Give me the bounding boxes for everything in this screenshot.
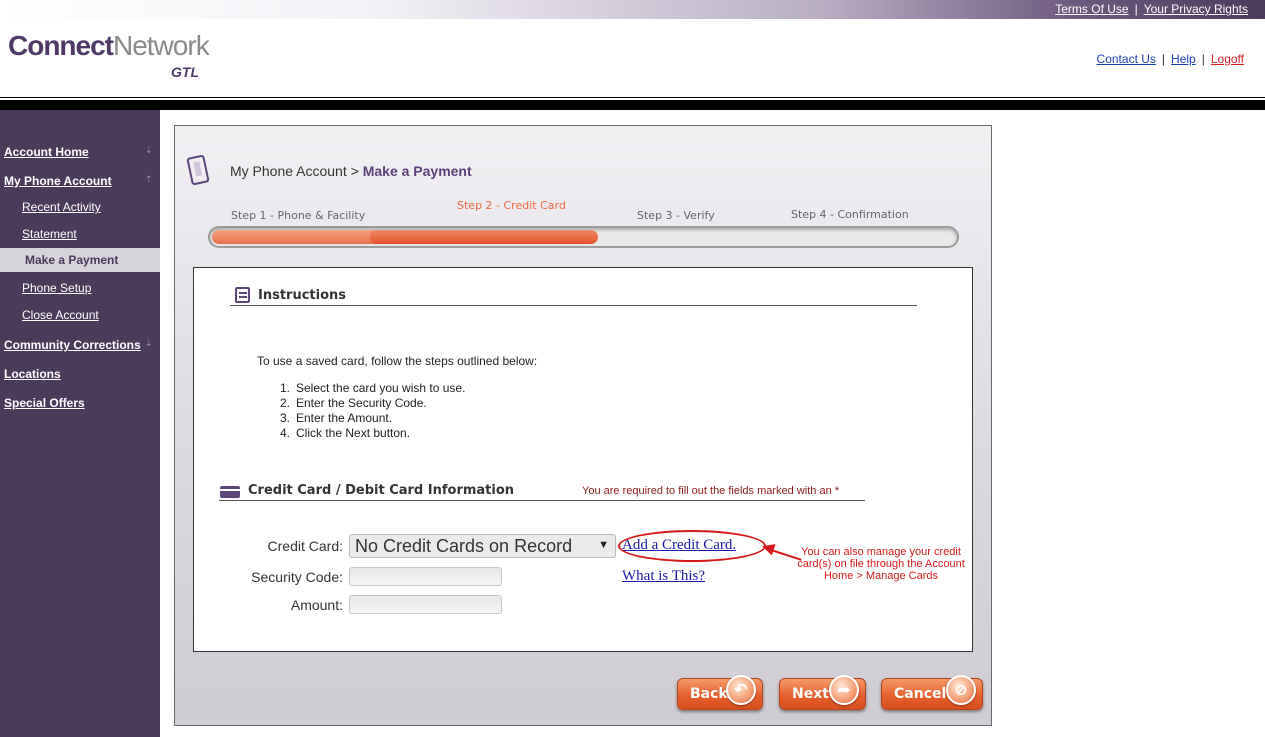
security-code-label: Security Code: [251,569,343,585]
chevron-up-icon[interactable]: ⇡ [145,174,153,185]
instructions-steps-list: 1. Select the card you wish to use. 2. Ent… [280,381,465,441]
list-item: 1. Select the card you wish to use. [280,381,465,396]
card-section-title: Credit Card / Debit Card Information [248,483,515,498]
logoff-link[interactable]: Logoff [1211,52,1244,66]
top-links: Terms Of Use | Your Privacy Rights [1055,2,1248,16]
next-button-label: Next [792,686,829,702]
wizard-step-3: Step 3 - Verify [637,209,715,222]
cancel-button[interactable]: Cancel ⊘ [881,675,983,710]
header-divider-thick [0,100,1265,110]
chevron-down-icon[interactable]: ⇣ [145,338,153,349]
instructions-divider [230,305,917,306]
separator: | [1134,2,1138,16]
list-number: 2. [280,396,291,410]
list-number: 1. [280,381,291,395]
wizard-step-2: Step 2 - Credit Card [457,199,566,212]
list-item: 4. Click the Next button. [280,426,465,441]
amount-label: Amount: [290,597,343,613]
separator: | [1201,52,1205,66]
header-links: Contact Us | Help | Logoff [1097,52,1244,66]
amount-input[interactable] [349,595,502,614]
sidebar-item-phone-setup[interactable]: Phone Setup [22,281,91,295]
sidebar-item-account-home[interactable]: Account Home [4,145,89,159]
list-item: 3. Enter the Amount. [280,411,465,426]
notepad-icon [235,287,250,303]
list-number: 4. [280,426,291,440]
credit-card-icon [220,486,240,498]
header-divider-thin [0,97,1265,98]
contact-us-link[interactable]: Contact Us [1097,52,1156,66]
wizard-step-1: Step 1 - Phone & Facility [231,209,366,222]
separator: | [1161,52,1166,66]
sidebar-item-label: Make a Payment [25,253,119,267]
top-bar: Terms Of Use | Your Privacy Rights [0,0,1265,19]
breadcrumb-current: Make a Payment [362,163,472,179]
sidebar-item-my-phone-account[interactable]: My Phone Account [4,174,112,188]
sidebar-item-community-corrections[interactable]: Community Corrections [4,338,141,352]
sidebar-item-make-a-payment[interactable]: Make a Payment [0,248,160,272]
phone-icon [186,154,210,186]
back-arrow-icon: ↶ [726,675,756,705]
breadcrumb: My Phone Account > Make a Payment [230,163,472,179]
logo-network-text: Network [113,30,210,61]
list-text: Enter the Amount. [296,411,393,425]
connectnetwork-logo[interactable]: ConnectNetwork GTL [8,30,210,80]
back-button[interactable]: Back ↶ [677,675,763,710]
list-number: 3. [280,411,291,425]
terms-of-use-link[interactable]: Terms Of Use [1055,2,1128,16]
what-is-this-link[interactable]: What is This? [622,568,705,585]
credit-card-select[interactable]: No Credit Cards on Record ▼ [349,534,616,558]
next-arrow-icon: ➦ [829,675,859,705]
sidebar-item-close-account[interactable]: Close Account [22,308,99,322]
sidebar-item-locations[interactable]: Locations [4,367,61,381]
next-button[interactable]: Next ➦ [779,675,866,710]
chevron-down-icon[interactable]: ⇣ [145,145,153,156]
progress-completed-fill [212,230,384,244]
required-fields-note: You are required to fill out the fields … [582,485,840,497]
gtl-logo: GTL [171,64,199,80]
wizard-step-4: Step 4 - Confirmation [791,208,909,221]
sidebar-nav: Account Home ⇣ My Phone Account ⇡ Recent… [0,110,160,737]
logo-connect-text: Connect [8,30,114,61]
cancel-button-label: Cancel [894,686,947,702]
instructions-title: Instructions [258,288,347,303]
sidebar-item-recent-activity[interactable]: Recent Activity [22,200,101,214]
sidebar-item-statement[interactable]: Statement [22,227,77,241]
help-link[interactable]: Help [1171,52,1196,66]
breadcrumb-parent: My Phone Account > [230,163,359,179]
wizard-progress-bar [208,226,959,248]
card-section-divider [219,500,865,501]
list-text: Click the Next button. [296,426,411,440]
credit-card-label: Credit Card: [267,538,343,554]
manage-cards-annotation: You can also manage your credit card(s) … [797,546,965,582]
highlight-oval [618,530,766,562]
back-button-label: Back [690,686,728,702]
sidebar-item-special-offers[interactable]: Special Offers [4,396,85,410]
payment-form-box: Instructions To use a saved card, follow… [193,267,973,652]
progress-current-fill [370,230,598,244]
list-text: Select the card you wish to use. [296,381,466,395]
list-text: Enter the Security Code. [296,396,427,410]
cancel-icon: ⊘ [946,675,976,705]
privacy-rights-link[interactable]: Your Privacy Rights [1144,2,1248,16]
credit-card-select-value: No Credit Cards on Record [355,536,573,556]
list-item: 2. Enter the Security Code. [280,396,465,411]
security-code-input[interactable] [349,567,502,586]
dropdown-arrow-icon: ▼ [598,539,609,551]
instructions-intro: To use a saved card, follow the steps ou… [257,354,538,368]
payment-panel: My Phone Account > Make a Payment Step 1… [174,125,992,726]
